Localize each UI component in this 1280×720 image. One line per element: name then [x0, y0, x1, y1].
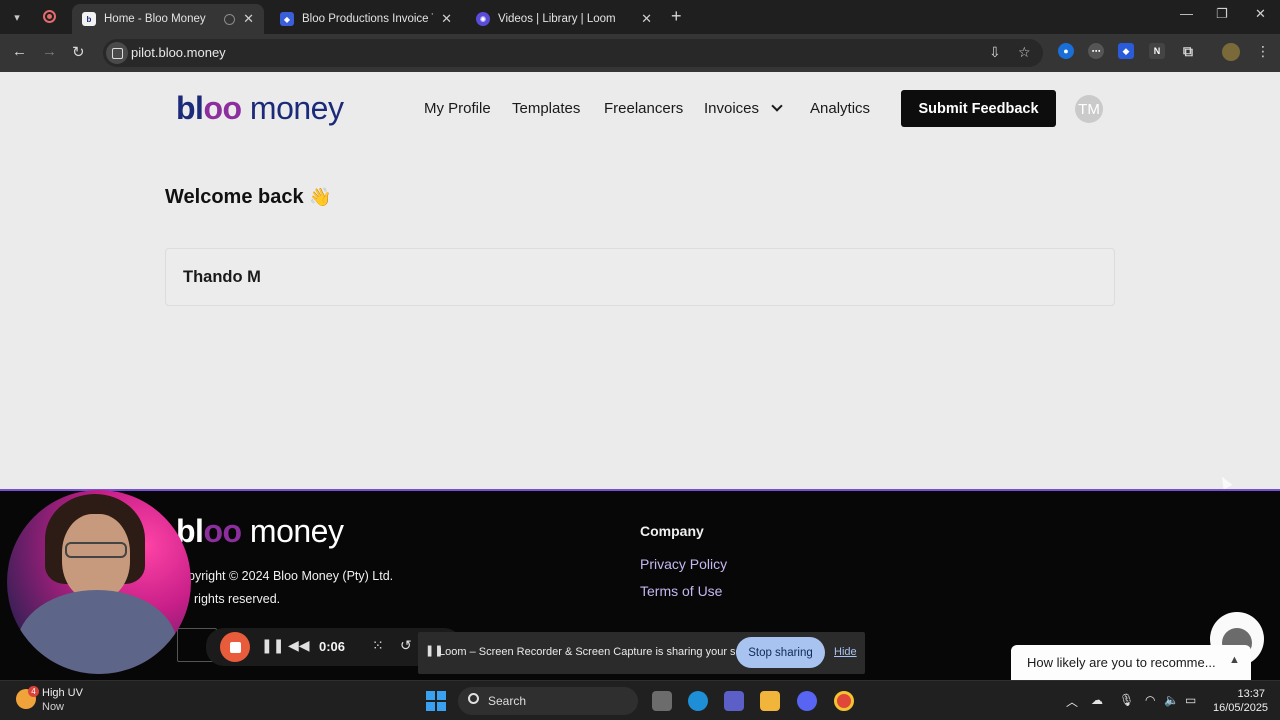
task-view-icon[interactable] — [652, 691, 672, 711]
close-window-icon[interactable]: ✕ — [1255, 6, 1266, 22]
rights-text: rights reserved. — [194, 592, 281, 606]
search-label: Search — [488, 694, 527, 708]
close-tab-icon[interactable]: ✕ — [243, 11, 254, 27]
volume-icon[interactable]: 🔈 — [1164, 693, 1179, 707]
stop-recording-button[interactable] — [220, 632, 250, 662]
onedrive-icon[interactable]: ☁ — [1091, 693, 1103, 707]
edge-icon[interactable] — [688, 691, 708, 711]
hide-link[interactable]: Hide — [834, 646, 857, 658]
site-info-icon[interactable] — [106, 42, 128, 64]
chevron-down-icon — [771, 100, 783, 112]
browser-tabstrip: ▾ b Home - Bloo Money ✕ ◆ Bloo Productio… — [0, 0, 1280, 34]
nav-my-profile[interactable]: My Profile — [424, 100, 491, 117]
account-card[interactable]: Thando M — [165, 248, 1115, 306]
weather-badge: 4 — [28, 686, 39, 697]
browser-toolbar: ← → ↻ pilot.bloo.money ⇩ ☆ ● ⋯ ◆ N ⧉ ⋮ — [0, 34, 1280, 72]
weather-time: Now — [42, 701, 65, 713]
forward-icon[interactable]: → — [42, 43, 57, 60]
bloo-favicon-icon: b — [82, 12, 96, 26]
profile-avatar[interactable] — [1222, 43, 1240, 61]
minimize-icon[interactable]: — — [1180, 6, 1193, 21]
webcam-glasses — [65, 542, 127, 558]
rewind-icon[interactable]: ◀◀ — [288, 637, 310, 654]
tab-title: Bloo Productions Invoice Templ — [302, 13, 433, 25]
extensions-puzzle-icon[interactable]: ⧉ — [1180, 43, 1196, 59]
address-bar[interactable]: pilot.bloo.money ⇩ ☆ — [103, 39, 1043, 67]
page-content: bloo money My Profile Templates Freelanc… — [0, 72, 1280, 489]
tab-invoice-template[interactable]: ◆ Bloo Productions Invoice Templ ✕ — [270, 4, 462, 34]
welcome-heading: Welcome back 👋 — [165, 186, 332, 209]
loom-webcam-bubble[interactable] — [7, 490, 191, 674]
company-heading: Company — [640, 523, 704, 539]
extension-notion-icon[interactable]: N — [1149, 43, 1165, 59]
taskbar-search[interactable]: Search — [458, 687, 638, 715]
chrome-icon[interactable] — [834, 691, 854, 711]
weather-status[interactable]: High UV — [42, 687, 83, 699]
webcam-hoodie — [17, 590, 177, 674]
screen-share-notice: ❚❚ Loom – Screen Recorder & Screen Captu… — [418, 632, 865, 674]
maximize-icon[interactable]: ❐ — [1216, 6, 1228, 22]
survey-popup[interactable]: How likely are you to recomme... ▲ — [1011, 645, 1251, 680]
microphone-icon[interactable]: 🎙 — [1119, 693, 1134, 707]
footer-logo[interactable]: bloo money — [176, 515, 344, 547]
new-tab-icon[interactable]: + — [671, 6, 682, 27]
search-icon — [468, 693, 479, 704]
nav-invoices[interactable]: Invoices — [704, 100, 783, 117]
windows-start-icon[interactable] — [426, 691, 446, 711]
audio-icon — [224, 13, 236, 25]
nav-freelancers[interactable]: Freelancers — [604, 100, 683, 117]
tab-title: Videos | Library | Loom — [498, 13, 616, 25]
terms-of-use-link[interactable]: Terms of Use — [640, 583, 722, 599]
extension-dots-icon[interactable]: ⋯ — [1088, 43, 1104, 59]
close-tab-icon[interactable]: ✕ — [641, 11, 652, 27]
user-avatar[interactable]: TM — [1075, 95, 1103, 123]
extension-shield-icon[interactable]: ◆ — [1118, 43, 1134, 59]
welcome-text: Welcome back — [165, 186, 304, 208]
pause-icon[interactable]: ❚❚ — [261, 637, 284, 654]
install-app-icon[interactable]: ⇩ — [989, 44, 1001, 61]
tab-title: Home - Bloo Money — [104, 13, 206, 25]
submit-feedback-button[interactable]: Submit Feedback — [901, 90, 1056, 127]
survey-question: How likely are you to recomme... — [1027, 655, 1216, 670]
windows-taskbar: 4 High UV Now Search ︿ ☁ 🎙 ◠ 🔈 ▭ 13:37 1… — [0, 680, 1280, 720]
reload-icon[interactable]: ↻ — [72, 43, 85, 61]
share-notice-text: Loom – Screen Recorder & Screen Capture … — [439, 646, 767, 658]
nav-templates[interactable]: Templates — [512, 100, 580, 117]
url-text: pilot.bloo.money — [131, 45, 226, 60]
account-name: Thando M — [183, 268, 261, 286]
clock-date: 16/05/2025 — [1213, 702, 1269, 714]
bookmark-star-icon[interactable]: ☆ — [1018, 44, 1031, 61]
close-tab-icon[interactable]: ✕ — [441, 11, 452, 27]
recording-icon — [43, 10, 56, 23]
privacy-policy-link[interactable]: Privacy Policy — [640, 556, 727, 572]
grid-icon[interactable]: ⁙ — [372, 637, 384, 654]
tab-home[interactable]: b Home - Bloo Money ✕ — [72, 4, 264, 34]
expand-icon[interactable]: ▲ — [1229, 654, 1240, 666]
clock-time: 13:37 — [1237, 688, 1265, 700]
teams-icon[interactable] — [724, 691, 744, 711]
bloo-money-logo[interactable]: bloo money — [176, 92, 344, 124]
loom-favicon-icon: ✺ — [476, 12, 490, 26]
waving-hand-icon: 👋 — [309, 187, 332, 207]
nav-invoices-label: Invoices — [704, 100, 760, 117]
extension-pin-icon[interactable]: ● — [1058, 43, 1074, 59]
wifi-icon[interactable]: ◠ — [1145, 693, 1155, 707]
tab-search-icon[interactable]: ▾ — [6, 6, 28, 28]
recording-timer: 0:06 — [319, 639, 346, 654]
system-clock[interactable]: 13:37 16/05/2025 — [1213, 687, 1269, 715]
tray-overflow-icon[interactable]: ︿ — [1066, 693, 1078, 710]
nav-analytics[interactable]: Analytics — [810, 100, 870, 117]
restart-icon[interactable]: ↺ — [400, 637, 412, 654]
back-icon[interactable]: ← — [12, 43, 27, 60]
battery-icon[interactable]: ▭ — [1185, 693, 1196, 707]
stop-sharing-button[interactable]: Stop sharing — [736, 637, 825, 668]
discord-icon[interactable] — [797, 691, 817, 711]
tab-loom[interactable]: ✺ Videos | Library | Loom ✕ — [466, 4, 662, 34]
browser-menu-icon[interactable]: ⋮ — [1256, 43, 1270, 60]
file-explorer-icon[interactable] — [760, 691, 780, 711]
copyright-text: pyright © 2024 Bloo Money (Pty) Ltd. — [188, 569, 394, 583]
invoice-favicon-icon: ◆ — [280, 12, 294, 26]
